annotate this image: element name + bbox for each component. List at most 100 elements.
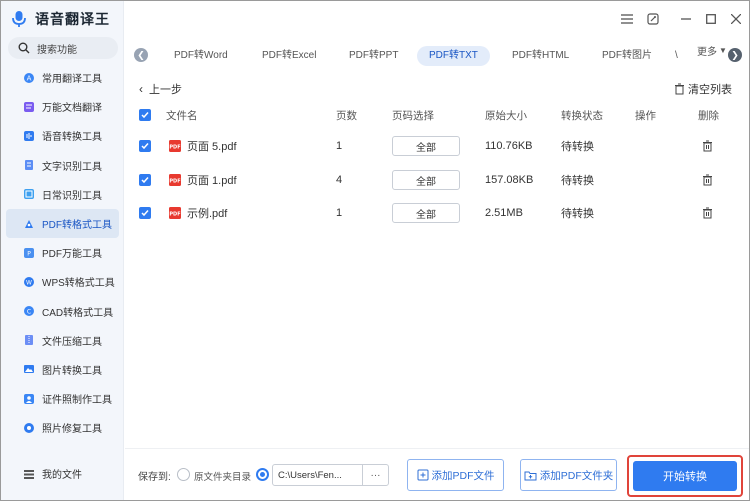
sidebar-item-label: 语音转换工具 [42, 132, 102, 144]
sidebar-item-pdf-convert[interactable]: PDF转格式工具 [6, 208, 119, 239]
trash-icon [703, 140, 712, 152]
app-window: 语音翻译王 搜索功能 A 常用翻译工具 万能文档翻译 语音转换工具 文字识别工具… [0, 0, 750, 501]
tab-pdf-to-txt[interactable]: PDF转TXT [417, 46, 490, 66]
clear-list-label: 清空列表 [688, 84, 732, 96]
page-select-cell: 全部 [392, 198, 460, 228]
search-box[interactable]: 搜索功能 [8, 37, 118, 59]
header-filename: 文件名 [166, 109, 198, 122]
chevron-left-icon: ‹ [139, 82, 143, 96]
sidebar-item-wps-convert[interactable]: W WPS转格式工具 [1, 267, 124, 296]
page-count: 1 [336, 207, 343, 219]
convert-status: 待转换 [561, 175, 594, 187]
tab-pdf-to-html[interactable]: PDF转HTML [500, 46, 581, 66]
document-translate-icon [24, 101, 34, 112]
delete-row-button[interactable] [702, 131, 713, 161]
sidebar-item-label: 日常识别工具 [42, 190, 102, 202]
translate-icon: A [24, 72, 34, 83]
page-select-button[interactable]: 全部 [392, 203, 460, 223]
sidebar-item-label: WPS转格式工具 [42, 278, 115, 290]
svg-text:PDF: PDF [169, 144, 180, 150]
sidebar-item-audio-convert[interactable]: 语音转换工具 [1, 121, 124, 150]
table-row: PDF 示例.pdf 1 全部 2.51MB 待转换 [125, 198, 749, 228]
sidebar-item-cad-convert[interactable]: C CAD转格式工具 [1, 297, 124, 326]
page-count: 4 [336, 174, 343, 186]
tab-pdf-to-ppt[interactable]: PDF转PPT [337, 46, 410, 66]
tab-pdf-to-word[interactable]: PDF转Word [162, 46, 240, 66]
format-tabs: ❮ PDF转Word PDF转Excel PDF转PPT PDF转TXT PDF… [125, 43, 749, 69]
menu-icon[interactable] [619, 11, 635, 27]
sidebar-item-label: 文字识别工具 [42, 161, 102, 173]
header-pages: 页数 [336, 109, 357, 122]
row-checkbox[interactable] [139, 198, 151, 228]
sidebar-item-compress[interactable]: 文件压缩工具 [1, 326, 124, 355]
delete-row-button[interactable] [702, 165, 713, 195]
tabs-scroll-right-icon[interactable]: ❯ [728, 48, 742, 62]
back-button[interactable]: ‹ 上一步 [139, 81, 182, 97]
svg-text:P: P [27, 250, 31, 257]
table-row: PDF 页面 1.pdf 4 全部 157.08KB 待转换 [125, 165, 749, 195]
sidebar-item-id-photo[interactable]: 证件照制作工具 [1, 384, 124, 413]
sidebar-item-daily-recognition[interactable]: 日常识别工具 [1, 180, 124, 209]
radio-custom-path[interactable] [256, 468, 269, 481]
add-folder-icon [524, 471, 537, 481]
sidebar-item-pdf-tools[interactable]: P PDF万能工具 [1, 238, 124, 267]
footer-bar: 保存到: 原文件夹目录 C:\Users\Fen... ··· 添加PDF文件 … [125, 448, 749, 500]
radio-source-folder[interactable] [177, 468, 190, 481]
trash-icon [703, 174, 712, 186]
tabs-more-label: 更多 [697, 47, 717, 58]
sidebar-item-common-translate[interactable]: A 常用翻译工具 [1, 63, 124, 92]
sidebar-item-photo-repair[interactable]: 照片修复工具 [1, 413, 124, 442]
pdf-tools-icon: P [24, 247, 34, 258]
header-delete: 删除 [698, 109, 719, 122]
file-name-cell: PDF 页面 1.pdf [168, 165, 237, 195]
sidebar-item-label: 照片修复工具 [42, 424, 102, 436]
trash-icon [703, 207, 712, 219]
chevron-down-icon: ▼ [719, 46, 727, 55]
row-checkbox[interactable] [139, 131, 151, 161]
minimize-icon[interactable] [678, 11, 694, 27]
sidebar-item-label: 我的文件 [42, 470, 82, 482]
maximize-icon[interactable] [703, 11, 719, 27]
header-size: 原始大小 [485, 109, 527, 122]
skin-icon[interactable] [645, 11, 661, 27]
file-name-cell: PDF 示例.pdf [168, 198, 227, 228]
header-page-select: 页码选择 [392, 109, 434, 122]
select-all-checkbox[interactable] [139, 105, 151, 125]
tab-partial[interactable]: \ [673, 46, 680, 66]
daily-recognition-icon [24, 189, 34, 200]
pdf-file-icon: PDF [169, 140, 181, 152]
add-pdf-file-button[interactable]: 添加PDF文件 [407, 459, 504, 491]
sidebar-item-text-recognition[interactable]: 文字识别工具 [1, 151, 124, 180]
sidebar-item-document-translate[interactable]: 万能文档翻译 [1, 92, 124, 121]
sidebar-item-label: PDF万能工具 [42, 249, 102, 261]
page-select-button[interactable]: 全部 [392, 136, 460, 156]
page-select-button[interactable]: 全部 [392, 170, 460, 190]
tab-pdf-to-excel[interactable]: PDF转Excel [250, 46, 328, 66]
clear-list-button[interactable]: 清空列表 [674, 81, 732, 97]
search-icon [18, 42, 30, 54]
file-list-panel: ‹ 上一步 清空列表 文件名 页数 页码选择 原始大小 转换状态 操作 删除 P… [125, 71, 749, 446]
row-checkbox[interactable] [139, 165, 151, 195]
tab-pdf-to-image[interactable]: PDF转图片 [590, 46, 664, 66]
sidebar-item-label: 图片转换工具 [42, 365, 102, 377]
close-icon[interactable] [728, 11, 744, 27]
delete-row-button[interactable] [702, 198, 713, 228]
app-title: 语音翻译王 [35, 11, 110, 27]
file-name: 页面 1.pdf [187, 175, 237, 187]
start-convert-button[interactable]: 开始转换 [633, 461, 737, 491]
svg-text:PDF: PDF [169, 178, 180, 184]
back-label: 上一步 [149, 84, 182, 96]
page-count: 1 [336, 140, 343, 152]
sidebar: 语音翻译王 搜索功能 A 常用翻译工具 万能文档翻译 语音转换工具 文字识别工具… [1, 1, 124, 500]
table-header: 文件名 页数 页码选择 原始大小 转换状态 操作 删除 [125, 105, 749, 125]
start-button-highlight: 开始转换 [627, 455, 743, 497]
browse-path-button[interactable]: ··· [362, 465, 388, 485]
tabs-scroll-left-icon[interactable]: ❮ [134, 48, 148, 62]
photo-repair-icon [24, 422, 34, 433]
output-path-field[interactable]: C:\Users\Fen... ··· [272, 464, 389, 486]
sidebar-item-my-files[interactable]: 我的文件 [1, 459, 124, 488]
tabs-more-button[interactable]: 更多 ▼ [697, 43, 727, 58]
output-path-value: C:\Users\Fen... [278, 470, 342, 481]
sidebar-item-image-convert[interactable]: 图片转换工具 [1, 355, 124, 384]
add-pdf-folder-button[interactable]: 添加PDF文件夹 [520, 459, 617, 491]
